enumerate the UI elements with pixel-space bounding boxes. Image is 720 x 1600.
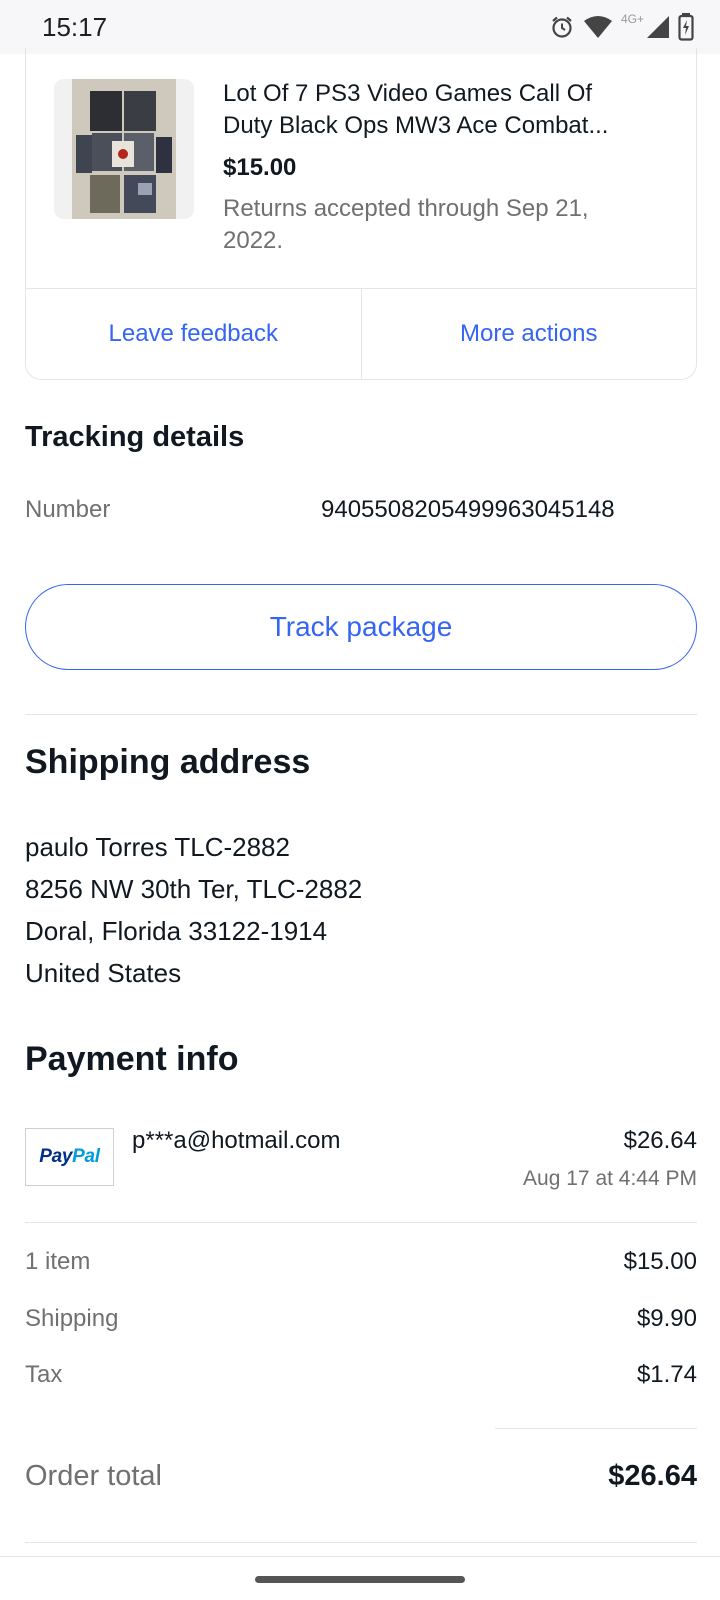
section-divider <box>25 1542 697 1543</box>
gesture-nav-bar <box>0 1556 720 1600</box>
payment-info-heading: Payment info <box>25 1040 239 1078</box>
summary-row-shipping: Shipping $9.90 <box>25 1305 697 1333</box>
item-returns-line-2: 2022. <box>223 227 284 254</box>
status-time: 15:17 <box>42 12 108 42</box>
payment-amount: $26.64 <box>623 1127 697 1154</box>
item-title[interactable]: Lot Of 7 PS3 Video Games Call Of Duty Bl… <box>223 78 673 142</box>
item-returns-note: Returns accepted through Sep 21, 2022. <box>223 193 653 257</box>
summary-value: $1.74 <box>636 1361 697 1388</box>
tracking-details-heading: Tracking details <box>25 421 245 453</box>
summary-value: $15.00 <box>623 1248 697 1275</box>
address-line-country: United States <box>25 958 182 988</box>
item-title-line-1: Lot Of 7 PS3 Video Games Call Of <box>223 80 593 107</box>
order-item-card: Lot Of 7 PS3 Video Games Call Of Duty Bl… <box>25 48 697 380</box>
track-package-button[interactable]: Track package <box>25 584 697 670</box>
games-photo-image <box>72 79 176 219</box>
payment-date: Aug 17 at 4:44 PM <box>523 1167 697 1190</box>
address-line-city: Doral, Florida 33122-1914 <box>25 916 328 946</box>
item-title-line-2: Duty Black Ops MW3 Ace Combat... <box>223 112 609 139</box>
payment-email: p***a@hotmail.com <box>132 1127 341 1154</box>
item-actions-bar: Leave feedback More actions <box>26 288 696 378</box>
status-icons: 4G+ <box>549 12 694 42</box>
summary-value: $9.90 <box>636 1305 697 1332</box>
leave-feedback-button[interactable]: Leave feedback <box>26 289 361 378</box>
paypal-logo: PayPal <box>25 1128 114 1186</box>
status-bar: 15:17 4G+ <box>0 0 720 54</box>
battery-charging-icon <box>678 13 694 41</box>
item-price: $15.00 <box>223 154 297 181</box>
wifi-icon <box>583 16 612 38</box>
paypal-wordmark-pay: Pay <box>39 1146 73 1167</box>
section-divider <box>25 714 697 715</box>
address-line-name: paulo Torres TLC-2882 <box>25 832 290 862</box>
summary-label: Tax <box>25 1361 63 1388</box>
section-divider <box>25 1222 697 1223</box>
summary-row-items: 1 item $15.00 <box>25 1248 697 1276</box>
total-divider <box>495 1428 697 1429</box>
network-type-label: 4G+ <box>620 12 644 26</box>
tracking-number-label: Number <box>25 496 111 523</box>
order-total-label: Order total <box>25 1460 162 1492</box>
summary-label: Shipping <box>25 1305 119 1332</box>
order-total-value: $26.64 <box>608 1460 697 1492</box>
address-line-street: 8256 NW 30th Ter, TLC-2882 <box>25 874 363 904</box>
item-returns-line-1: Returns accepted through Sep 21, <box>223 195 589 222</box>
paypal-wordmark: PayPal <box>39 1146 100 1168</box>
tracking-number-value: 9405508205499963045148 <box>321 496 615 523</box>
alarm-icon <box>552 16 572 38</box>
order-total-row: Order total $26.64 <box>25 1460 697 1493</box>
item-thumbnail[interactable] <box>54 79 194 219</box>
home-handle[interactable] <box>255 1576 465 1583</box>
summary-label: 1 item <box>25 1248 91 1275</box>
shipping-address-block: paulo Torres TLC-2882 8256 NW 30th Ter, … <box>25 826 362 994</box>
paypal-wordmark-pal: Pal <box>72 1146 100 1167</box>
summary-row-tax: Tax $1.74 <box>25 1361 697 1389</box>
more-actions-button[interactable]: More actions <box>360 289 697 378</box>
cell-signal-icon <box>647 16 669 38</box>
shipping-address-heading: Shipping address <box>25 743 311 781</box>
